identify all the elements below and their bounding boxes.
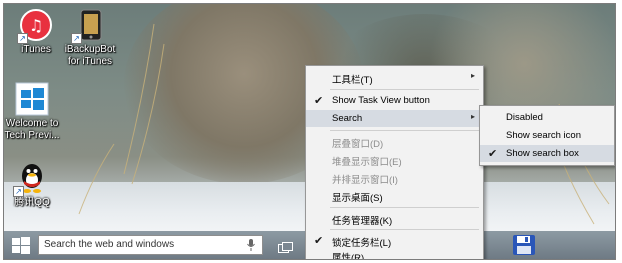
shortcut-arrow-icon: ↗ [17,33,28,44]
submenu-arrow-icon: ▸ [470,112,475,121]
search-placeholder: Search the web and windows [44,239,175,250]
menu-item-label: 层叠窗口(D) [332,139,384,150]
menu-item-label: 堆叠显示窗口(E) [332,157,402,168]
menu-item-label: 显示桌面(S) [332,193,383,204]
checkmark-icon: ✔ [314,95,324,107]
windows-logo-icon [15,82,49,116]
menu-item-show-desktop[interactable]: 显示桌面(S) [306,187,483,204]
windows-start-icon[interactable] [12,237,30,255]
desktop-icon-label: Welcome to Tech Previ... [4,118,60,141]
menu-item-label: 任务管理器(K) [332,216,393,227]
menu-separator [330,229,479,230]
desktop-icon-welcome[interactable]: Welcome to Tech Previ... [4,82,64,142]
itunes-icon: ♫ ↗ [17,8,53,44]
menu-item-label: Show Task View button [332,95,430,106]
menu-separator [330,207,479,208]
desktop-icon-label: iBackupBot for iTunes [64,44,116,67]
menu-item-stack-windows[interactable]: 堆叠显示窗口(E) [306,151,483,168]
shortcut-arrow-icon: ↗ [13,186,24,197]
desktop-icon-qq[interactable]: ↗ 腾讯QQ [4,161,64,209]
taskbar-search-box[interactable]: Search the web and windows [38,235,263,255]
menu-item-properties[interactable]: 属性(R) [306,247,483,260]
desktop-icon-label: 腾讯QQ [14,197,50,208]
svg-text:♫: ♫ [29,16,43,35]
menu-separator [330,130,479,131]
submenu-arrow-icon: ▸ [470,71,475,80]
submenu-item-show-search-box[interactable]: ✔ Show search box [480,145,614,162]
taskbar-context-menu: 工具栏(T) ▸ ✔ Show Task View button Search … [305,65,484,260]
desktop-icon-ibackupbot[interactable]: ↗ iBackupBot for iTunes [58,8,122,68]
menu-item-cascade-windows[interactable]: 层叠窗口(D) [306,133,483,150]
menu-item-label: Show search box [506,148,579,159]
menu-item-label: 属性(R) [332,253,365,260]
submenu-item-disabled[interactable]: Disabled [480,109,614,126]
search-submenu: Disabled Show search icon ✔ Show search … [479,105,615,166]
floppy-disk-icon[interactable] [512,234,536,256]
menu-item-task-manager[interactable]: 任务管理器(K) [306,210,483,227]
menu-item-label: Search [332,113,363,124]
shortcut-arrow-icon: ↗ [71,33,82,44]
menu-item-label: 并排显示窗口(I) [332,175,398,186]
ibackupbot-icon: ↗ [71,8,107,44]
microphone-icon[interactable] [247,239,255,251]
checkmark-icon: ✔ [314,235,324,247]
submenu-item-show-search-icon[interactable]: Show search icon [480,127,614,144]
qq-penguin-icon: ↗ [13,161,49,197]
menu-item-show-task-view[interactable]: ✔ Show Task View button [306,92,483,109]
task-view-icon[interactable] [278,240,293,253]
menu-item-label: 工具栏(T) [332,75,373,86]
menu-item-label: Show search icon [506,130,581,141]
menu-item-label: Disabled [506,112,543,123]
menu-item-toolbars[interactable]: 工具栏(T) ▸ [306,69,483,86]
menu-item-search[interactable]: Search ▸ [306,110,483,127]
screenshot-frame: ♫ ↗ iTunes ↗ iBackupBot for iTunes Welco… [3,3,616,260]
checkmark-icon: ✔ [488,148,498,160]
menu-separator [330,89,479,90]
menu-item-side-by-side[interactable]: 并排显示窗口(I) [306,169,483,186]
